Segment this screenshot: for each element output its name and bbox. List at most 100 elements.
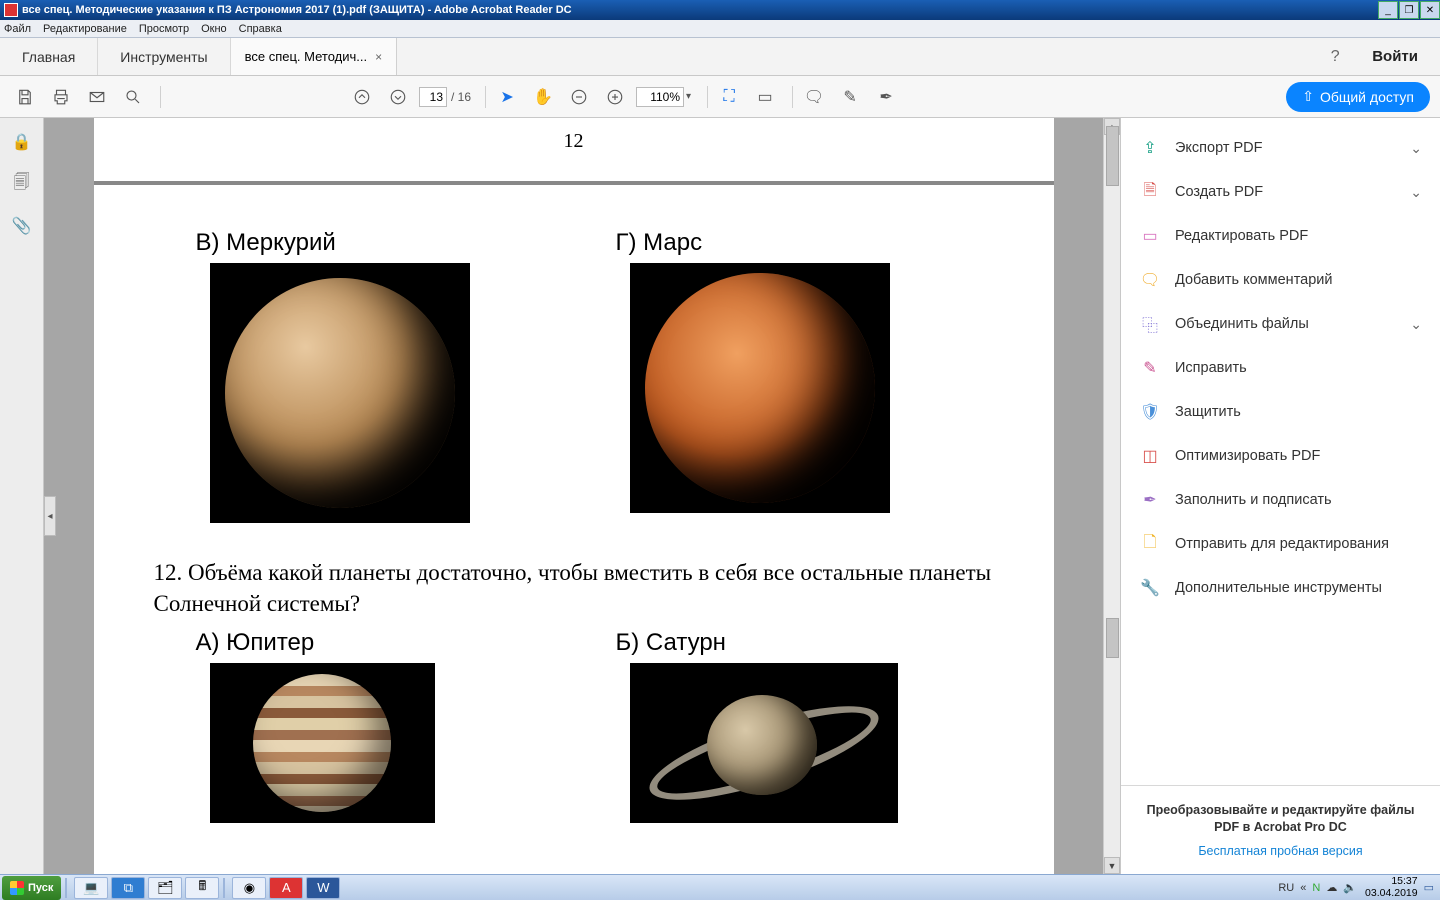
- tool-item-label: Защитить: [1175, 404, 1422, 420]
- signin-button[interactable]: Войти: [1350, 38, 1440, 75]
- zoom-out-icon[interactable]: [564, 82, 594, 112]
- pdf-file-icon: [4, 3, 18, 17]
- tab-document[interactable]: все спец. Методич... ×: [231, 38, 398, 75]
- tool-item-icon: 🛡: [1139, 401, 1161, 423]
- share-button[interactable]: ⇧ Общий доступ: [1286, 82, 1430, 112]
- lock-icon[interactable]: 🔒: [10, 130, 34, 154]
- tool-item-1[interactable]: 🗎 Создать PDF⌄: [1121, 170, 1440, 214]
- tab-close-icon[interactable]: ×: [375, 50, 382, 64]
- print-icon[interactable]: [46, 82, 76, 112]
- taskbar-item-calc[interactable]: 🖩: [185, 877, 219, 899]
- tray-volume-icon[interactable]: 🔈: [1343, 881, 1357, 894]
- tool-item-7[interactable]: ◫ Оптимизировать PDF: [1121, 434, 1440, 478]
- save-icon[interactable]: [10, 82, 40, 112]
- pointer-icon[interactable]: ➤: [492, 82, 522, 112]
- mail-icon[interactable]: [82, 82, 112, 112]
- taskbar-item-word[interactable]: W: [306, 877, 340, 899]
- tool-item-icon: ◫: [1139, 445, 1161, 467]
- chevron-down-icon: ⌄: [1410, 184, 1422, 201]
- signature-icon[interactable]: ✒: [871, 82, 901, 112]
- highlight-icon[interactable]: ✎: [835, 82, 865, 112]
- scrollbar-thumb[interactable]: [1106, 126, 1119, 186]
- tool-item-8[interactable]: ✒ Заполнить и подписать: [1121, 478, 1440, 522]
- tool-item-4[interactable]: ⿻Объединить файлы⌄: [1121, 302, 1440, 346]
- tool-item-icon: 🗎: [1139, 181, 1161, 203]
- collapse-left-handle[interactable]: ◂: [44, 496, 56, 536]
- fit-page-icon[interactable]: ▭: [750, 82, 780, 112]
- tab-row: Главная Инструменты все спец. Методич...…: [0, 38, 1440, 76]
- menu-file[interactable]: Файл: [4, 23, 31, 35]
- taskbar-item-explorer[interactable]: 🗂: [148, 877, 182, 899]
- taskbar-item-2[interactable]: ⧉: [111, 877, 145, 899]
- tool-item-6[interactable]: 🛡 Защитить: [1121, 390, 1440, 434]
- answer-b-label: Б) Сатурн: [616, 629, 994, 657]
- scrollbar-thumb-2[interactable]: [1106, 618, 1119, 658]
- menu-bar: Файл Редактирование Просмотр Окно Справк…: [0, 20, 1440, 38]
- fit-width-icon[interactable]: ⛶: [714, 82, 744, 112]
- tool-item-5[interactable]: ✎Исправить: [1121, 346, 1440, 390]
- scroll-down-icon[interactable]: ▼: [1104, 857, 1120, 874]
- search-icon[interactable]: [118, 82, 148, 112]
- taskbar-item-acrobat[interactable]: A: [269, 877, 303, 899]
- thumbnails-icon[interactable]: 🗐: [10, 172, 34, 196]
- attachment-icon[interactable]: 📎: [10, 214, 34, 238]
- tab-home[interactable]: Главная: [0, 38, 98, 75]
- minimize-button[interactable]: _: [1378, 1, 1398, 19]
- tool-item-icon: ✒: [1139, 489, 1161, 511]
- menu-help[interactable]: Справка: [239, 23, 282, 35]
- taskbar-item-1[interactable]: 💻: [74, 877, 108, 899]
- answer-a-label: А) Юпитер: [196, 629, 574, 657]
- tool-item-9[interactable]: 🗋Отправить для редактирования: [1121, 522, 1440, 566]
- start-button[interactable]: Пуск: [2, 876, 61, 900]
- comment-icon[interactable]: 🗨: [799, 82, 829, 112]
- menu-view[interactable]: Просмотр: [139, 23, 189, 35]
- tray-show-desktop[interactable]: ▭: [1424, 881, 1434, 894]
- tool-item-label: Дополнительные инструменты: [1175, 580, 1422, 596]
- close-button[interactable]: ✕: [1420, 1, 1440, 19]
- promo-link[interactable]: Бесплатная пробная версия: [1133, 844, 1428, 858]
- right-tools-pane: ▸ ⇪Экспорт PDF⌄🗎Создать PDF⌄▭Редактирова…: [1120, 118, 1440, 874]
- page-number-input[interactable]: [419, 87, 447, 107]
- tool-item-icon: 🗨: [1139, 269, 1161, 291]
- page-down-icon[interactable]: [383, 82, 413, 112]
- tray-expand-icon[interactable]: «: [1300, 882, 1306, 894]
- zoom-dropdown-icon[interactable]: ▾: [686, 91, 691, 102]
- windows-flag-icon: [10, 881, 24, 895]
- tool-item-icon: 🔧: [1139, 577, 1161, 599]
- taskbar-item-chrome[interactable]: ◉: [232, 877, 266, 899]
- tool-item-label: Добавить комментарий: [1175, 272, 1422, 288]
- page-up-icon[interactable]: [347, 82, 377, 112]
- share-label: Общий доступ: [1320, 89, 1414, 105]
- tray-icon-2[interactable]: ☁: [1326, 881, 1337, 894]
- vertical-scrollbar[interactable]: ▲ ▼: [1103, 118, 1120, 874]
- tool-item-icon: ⇪: [1139, 137, 1161, 159]
- tool-item-0[interactable]: ⇪Экспорт PDF⌄: [1121, 126, 1440, 170]
- menu-window[interactable]: Окно: [201, 23, 227, 35]
- zoom-in-icon[interactable]: [600, 82, 630, 112]
- maximize-button[interactable]: ❐: [1399, 1, 1419, 19]
- tray-icon-1[interactable]: N: [1312, 882, 1320, 894]
- tray-lang[interactable]: RU: [1278, 882, 1294, 894]
- tool-item-label: Редактировать PDF: [1175, 228, 1422, 244]
- menu-edit[interactable]: Редактирование: [43, 23, 127, 35]
- hand-icon[interactable]: ✋: [528, 82, 558, 112]
- tab-document-label: все спец. Методич...: [245, 49, 368, 64]
- toolbar: / 16 ➤ ✋ ▾ ⛶ ▭ 🗨 ✎ ✒ ⇧ Общий доступ: [0, 76, 1440, 118]
- help-icon[interactable]: ?: [1320, 38, 1350, 75]
- document-view[interactable]: ◂ 12 В) Меркурий Г) Марс 12. Объёма како…: [44, 118, 1103, 874]
- tool-item-icon: 🗋: [1139, 533, 1161, 555]
- tool-item-label: Оптимизировать PDF: [1175, 448, 1422, 464]
- tool-item-label: Исправить: [1175, 360, 1422, 376]
- left-navigation-rail: 🔒 🗐 📎: [0, 118, 44, 874]
- zoom-input[interactable]: [636, 87, 684, 107]
- tool-item-label: Заполнить и подписать: [1175, 492, 1422, 508]
- tool-item-label: Экспорт PDF: [1175, 140, 1410, 156]
- tool-item-label: Создать PDF: [1175, 184, 1410, 200]
- tray-clock[interactable]: 15:37 03.04.2019: [1365, 876, 1418, 898]
- tool-item-2[interactable]: ▭Редактировать PDF: [1121, 214, 1440, 258]
- answer-v-label: В) Меркурий: [196, 229, 574, 257]
- tab-tools[interactable]: Инструменты: [98, 38, 230, 75]
- tool-item-3[interactable]: 🗨 Добавить комментарий: [1121, 258, 1440, 302]
- tool-item-10[interactable]: 🔧 Дополнительные инструменты: [1121, 566, 1440, 610]
- share-icon: ⇧: [1302, 88, 1314, 105]
